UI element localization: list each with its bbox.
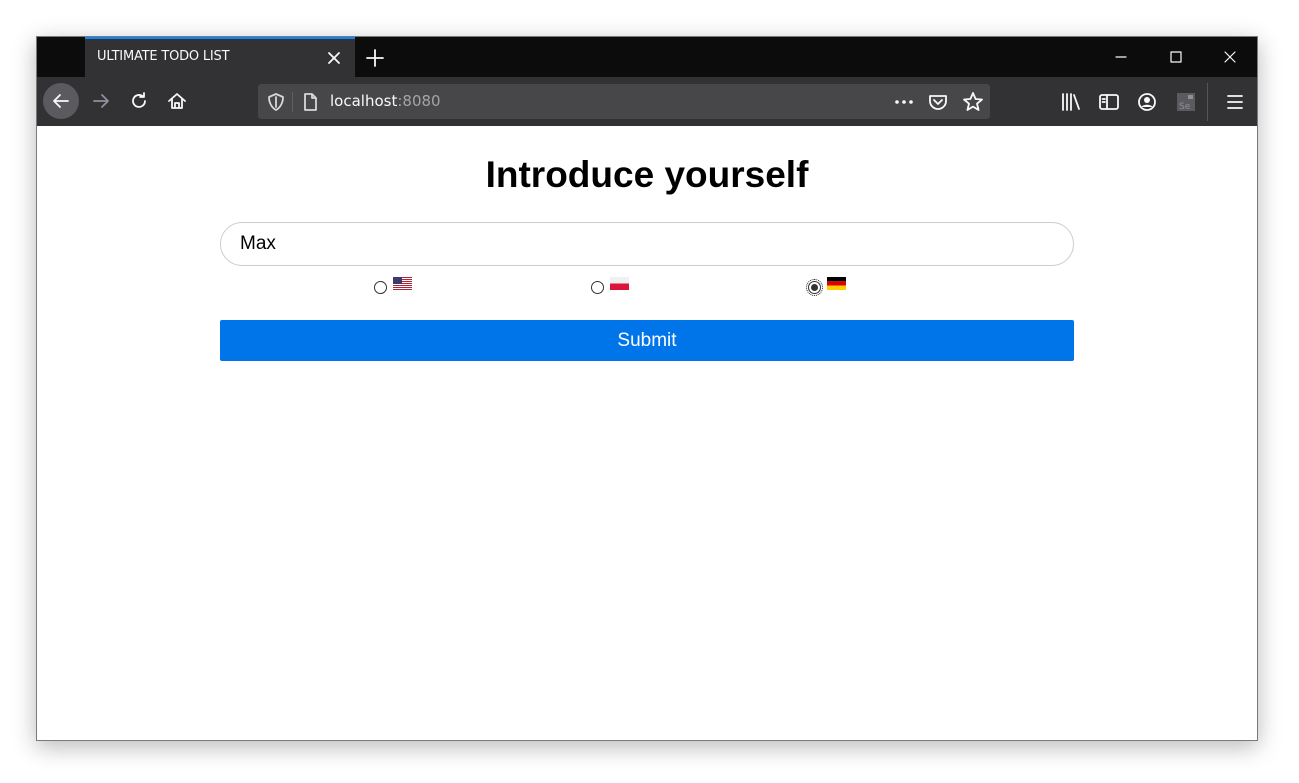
home-button[interactable] [159, 83, 195, 119]
close-tab-icon[interactable] [325, 49, 343, 67]
tab-title: ULTIMATE TODO LIST [97, 49, 230, 64]
bookmark-star-icon[interactable] [961, 90, 985, 114]
home-icon [168, 93, 186, 109]
language-option-de[interactable] [806, 276, 846, 296]
new-tab-icon[interactable] [363, 46, 387, 70]
poland-flag-icon [610, 277, 629, 290]
page-icon[interactable] [300, 91, 320, 113]
reload-button[interactable] [121, 83, 157, 119]
url-port: :8080 [397, 92, 441, 110]
us-flag-icon [393, 277, 412, 290]
language-radio-us[interactable] [374, 281, 387, 294]
svg-text:Se: Se [1179, 102, 1191, 112]
more-actions-icon[interactable] [892, 92, 916, 112]
language-option-pl[interactable] [591, 276, 629, 296]
language-radio-de[interactable] [806, 279, 823, 296]
address-bar-divider [292, 92, 293, 112]
browser-window: ULTIMATE TODO LIST localhost:8080 Se Int… [36, 36, 1258, 741]
page-title: Introduce yourself [485, 154, 809, 195]
close-window-icon[interactable] [1216, 43, 1244, 71]
library-icon[interactable] [1059, 90, 1083, 114]
germany-flag-icon [827, 277, 846, 290]
back-arrow-icon [53, 94, 69, 108]
name-input[interactable] [220, 222, 1074, 266]
toolbar-divider [1207, 83, 1208, 121]
sidebar-icon[interactable] [1097, 90, 1121, 114]
account-icon[interactable] [1135, 90, 1159, 114]
address-bar[interactable]: localhost:8080 [258, 84, 990, 119]
language-option-us[interactable] [374, 276, 412, 296]
selenium-extension-icon[interactable]: Se [1174, 90, 1198, 114]
tab-active[interactable]: ULTIMATE TODO LIST [85, 37, 355, 77]
page-content: Introduce yourself Max Submit [37, 126, 1257, 740]
pocket-icon[interactable] [927, 91, 949, 113]
reload-icon [132, 92, 146, 108]
language-radio-pl[interactable] [591, 281, 604, 294]
submit-button[interactable]: Submit [220, 320, 1074, 361]
hamburger-menu-icon[interactable] [1223, 90, 1247, 114]
navigation-toolbar: localhost:8080 Se [37, 77, 1257, 126]
url-text[interactable]: localhost:8080 [330, 92, 441, 110]
forward-arrow-icon [93, 94, 109, 108]
forward-button[interactable] [83, 83, 119, 119]
minimize-icon[interactable] [1107, 43, 1135, 71]
back-button[interactable] [43, 83, 79, 119]
maximize-icon[interactable] [1162, 43, 1190, 71]
title-bar: ULTIMATE TODO LIST [37, 37, 1257, 77]
tracking-shield-icon[interactable] [266, 92, 286, 112]
url-host: localhost [330, 92, 398, 110]
